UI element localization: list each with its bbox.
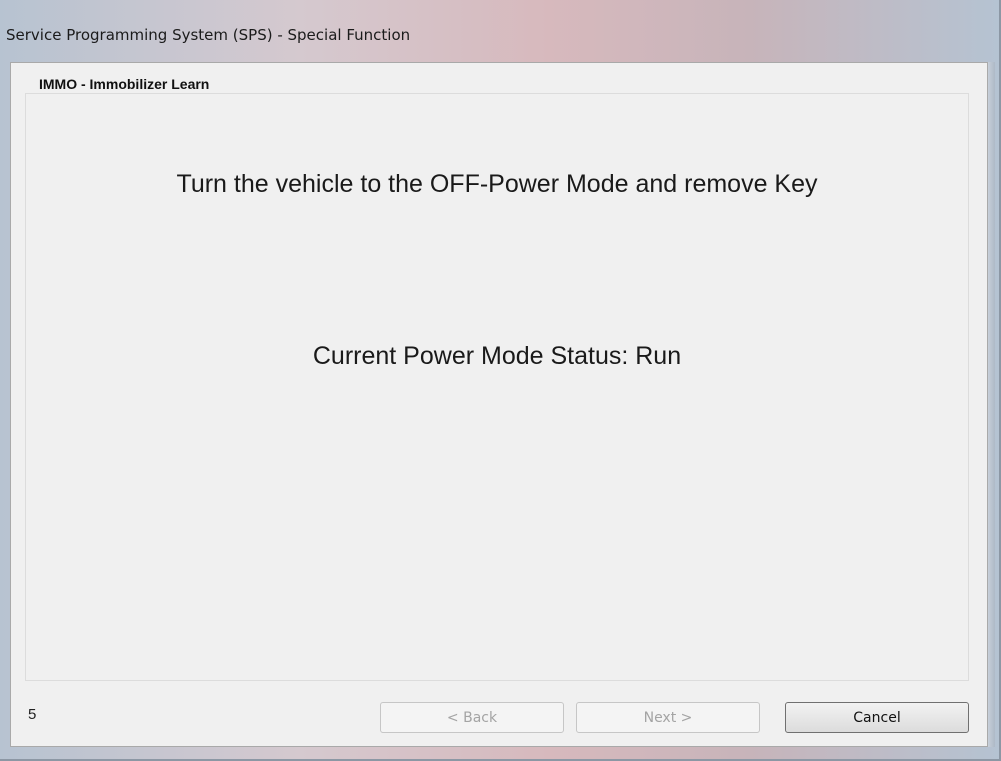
instruction-text: Turn the vehicle to the OFF-Power Mode a… <box>176 170 818 198</box>
back-button[interactable]: < Back <box>380 702 564 733</box>
dialog-window: Service Programming System (SPS) - Speci… <box>0 0 1001 761</box>
dialog-body: IMMO - Immobilizer Learn Turn the vehicl… <box>10 62 988 747</box>
page-header: IMMO - Immobilizer Learn <box>39 76 210 92</box>
power-mode-status: Current Power Mode Status: Run <box>312 342 682 370</box>
title-bar[interactable]: Service Programming System (SPS) - Speci… <box>0 0 995 62</box>
content-panel: Turn the vehicle to the OFF-Power Mode a… <box>25 93 969 681</box>
window-title: Service Programming System (SPS) - Speci… <box>6 26 411 44</box>
window-border <box>988 62 995 747</box>
next-button[interactable]: Next > <box>576 702 760 733</box>
cancel-button[interactable]: Cancel <box>785 702 969 733</box>
step-number: 5 <box>28 706 37 723</box>
